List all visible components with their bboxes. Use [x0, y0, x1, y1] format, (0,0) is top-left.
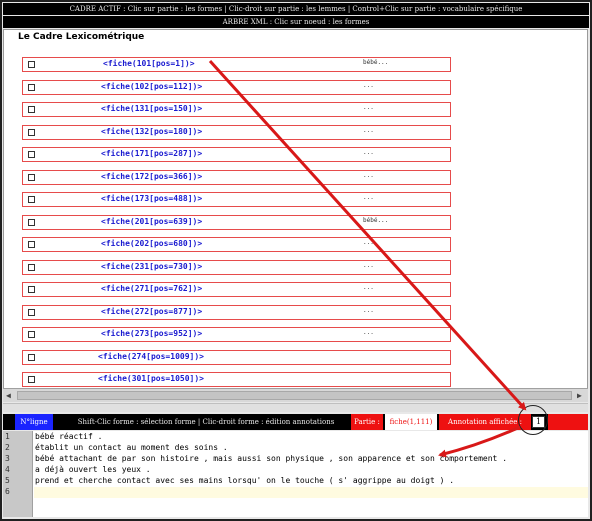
editor-line[interactable]: prend et cherche contact avec ses mains … [35, 476, 454, 485]
fiche-label[interactable]: <fiche(101[pos=1])> [103, 59, 195, 68]
fiche-row[interactable]: <fiche(301[pos=1050])> [22, 372, 451, 387]
splitter[interactable] [3, 403, 588, 412]
fiche-label[interactable]: <fiche(171[pos=287])> [101, 149, 202, 158]
line-number: 4 [5, 465, 10, 474]
line-number: 3 [5, 454, 10, 463]
line-number: 1 [5, 432, 10, 441]
fiche-preview: bébé... [363, 59, 389, 66]
fiche-label[interactable]: <fiche(102[pos=112])> [101, 82, 202, 91]
fiche-preview: ... [363, 261, 374, 269]
fiche-label[interactable]: <fiche(301[pos=1050])> [98, 374, 204, 383]
fiche-label[interactable]: <fiche(173[pos=488])> [101, 194, 202, 203]
checkbox-icon[interactable] [28, 241, 35, 248]
checkbox-icon[interactable] [28, 61, 35, 68]
fiche-label[interactable]: <fiche(202[pos=680])> [101, 239, 202, 248]
status-bar: N°ligne Shift-Clic forme : sélection for… [3, 414, 588, 430]
checkbox-icon[interactable] [28, 376, 35, 383]
fiche-row[interactable]: <fiche(271[pos=762])>... [22, 282, 451, 297]
checkbox-icon[interactable] [28, 263, 35, 271]
editor-line[interactable]: a déjà ouvert les yeux . [35, 465, 151, 474]
fiche-row[interactable]: <fiche(202[pos=680])>... [22, 237, 451, 252]
line-number: 5 [5, 476, 10, 485]
fiche-label[interactable]: <fiche(172[pos=366])> [101, 172, 202, 181]
cadre-actif-help-bar: CADRE ACTIF : Clic sur partie : les form… [3, 3, 589, 15]
fiche-preview: ... [363, 171, 374, 179]
editor-line[interactable]: bébé réactif . [35, 432, 102, 441]
checkbox-icon[interactable] [28, 196, 35, 203]
fiche-preview: ... [363, 239, 374, 246]
callout-circle [518, 405, 548, 435]
fiche-preview: ... [363, 329, 374, 336]
editor-line[interactable]: établit un contact au moment des soins . [35, 443, 228, 452]
scrollbar-thumb[interactable] [17, 391, 572, 400]
checkbox-icon[interactable] [28, 173, 35, 181]
fiche-row[interactable]: <fiche(102[pos=112])>... [22, 79, 451, 95]
fiche-label[interactable]: <fiche(273[pos=952])> [101, 329, 202, 338]
panel-title: Le Cadre Lexicométrique [18, 32, 145, 42]
checkbox-icon[interactable] [28, 151, 35, 158]
arrow-left-icon[interactable]: ◀ [6, 391, 11, 400]
arrow-right-icon[interactable]: ▶ [577, 391, 582, 400]
fiche-label[interactable]: <fiche(201[pos=639])> [101, 217, 202, 226]
checkbox-icon[interactable] [28, 353, 35, 361]
fiche-row[interactable]: <fiche(132[pos=180])>... [22, 124, 451, 140]
fiche-row[interactable]: <fiche(131[pos=150])>... [22, 102, 451, 117]
status-filler [548, 414, 588, 430]
line-number: 2 [5, 443, 10, 452]
editor-text-area[interactable]: bébé réactif . établit un contact au mom… [34, 431, 588, 517]
fiche-preview: ... [363, 104, 374, 111]
fiche-row[interactable]: <fiche(101[pos=1])> bébé... [22, 57, 451, 72]
checkbox-icon[interactable] [28, 128, 35, 136]
checkbox-icon[interactable] [28, 286, 35, 293]
checkbox-icon[interactable] [28, 83, 35, 91]
fiche-label[interactable]: <fiche(274[pos=1009])> [98, 352, 204, 361]
fiche-preview: ... [363, 306, 374, 314]
fiche-row[interactable]: <fiche(272[pos=877])>... [22, 304, 451, 320]
editor-line[interactable]: bébé attachant de par son histoire , mai… [35, 454, 507, 463]
annotation-editor[interactable]: 1 2 3 4 5 6 bébé réactif . établit un co… [3, 431, 588, 517]
fiche-preview: bébé... [363, 216, 389, 224]
n-ligne-button[interactable]: N°ligne [15, 414, 53, 430]
line-number: 6 [5, 487, 10, 496]
fiche-label[interactable]: <fiche(231[pos=730])> [101, 262, 202, 271]
checkbox-icon[interactable] [28, 218, 35, 226]
arbre-xml-help-bar: ARBRE XML : Clic sur noeud : les formes [3, 16, 589, 28]
fiche-row[interactable]: <fiche(171[pos=287])>... [22, 147, 451, 162]
horizontal-scrollbar[interactable]: ◀ ▶ [3, 388, 588, 402]
line-number-gutter: 1 2 3 4 5 6 [3, 431, 33, 517]
fiche-row[interactable]: <fiche(231[pos=730])>... [22, 259, 451, 275]
checkbox-icon[interactable] [28, 308, 35, 316]
fiche-preview: ... [363, 81, 374, 89]
fiche-preview: ... [363, 126, 374, 134]
fiche-label[interactable]: <fiche(271[pos=762])> [101, 284, 202, 293]
checkbox-icon[interactable] [28, 331, 35, 338]
lexicometric-frame-panel: Le Cadre Lexicométrique <fiche(101[pos=1… [3, 29, 588, 402]
checkbox-icon[interactable] [28, 106, 35, 113]
fiche-row[interactable]: <fiche(274[pos=1009])> [22, 349, 451, 365]
fiche-label[interactable]: <fiche(272[pos=877])> [101, 307, 202, 316]
fiche-preview: ... [363, 284, 374, 291]
fiche-row[interactable]: <fiche(273[pos=952])>... [22, 327, 451, 342]
partie-value: fiche(1,111) [385, 414, 437, 430]
fiche-preview: ... [363, 194, 374, 201]
fiche-label[interactable]: <fiche(131[pos=150])> [101, 104, 202, 113]
fiche-label[interactable]: <fiche(132[pos=180])> [101, 127, 202, 136]
fiche-row[interactable]: <fiche(172[pos=366])>... [22, 169, 451, 185]
fiche-row[interactable]: <fiche(201[pos=639])> bébé... [22, 214, 451, 230]
fiche-row[interactable]: <fiche(173[pos=488])>... [22, 192, 451, 207]
editor-help-text: Shift-Clic forme : sélection forme | Cli… [77, 418, 335, 426]
fiche-preview: ... [363, 149, 374, 156]
partie-label: Partie : [351, 414, 383, 430]
